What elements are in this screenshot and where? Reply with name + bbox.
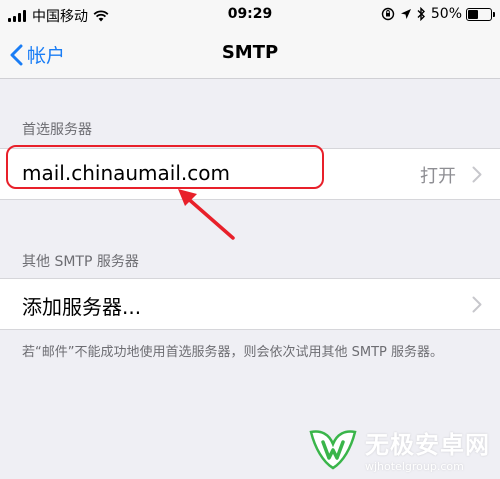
- footer-note: 若“邮件”不能成功地使用首选服务器，则会依次试用其他 SMTP 服务器。: [22, 345, 443, 360]
- chevron-right-icon: [472, 296, 482, 313]
- navigation-bar: 帐户 SMTP: [0, 30, 500, 79]
- add-server-row[interactable]: 添加服务器...: [0, 278, 500, 330]
- battery-percent: 50%: [430, 6, 462, 22]
- status-bar: 中国移动 09:29 50%: [0, 0, 500, 30]
- page-title: SMTP: [221, 42, 279, 63]
- watermark-logo-icon: [309, 430, 357, 470]
- add-server-label: 添加服务器...: [22, 295, 142, 319]
- battery-fill: [468, 9, 478, 19]
- watermark-text: 无极安卓网 wjhotelgroup.com: [365, 425, 490, 473]
- battery-icon: [466, 7, 495, 21]
- watermark-name: 无极安卓网: [365, 431, 490, 459]
- primary-server-name: mail.chinaumail.com: [22, 161, 230, 185]
- primary-server-status: 打开: [420, 166, 456, 187]
- other-servers-header: 其他 SMTP 服务器: [22, 254, 139, 270]
- bluetooth-icon: [417, 7, 425, 21]
- chevron-right-icon: [472, 166, 482, 183]
- watermark: 无极安卓网 wjhotelgroup.com: [307, 425, 490, 473]
- watermark-url: wjhotelgroup.com: [365, 460, 464, 473]
- red-arrow-icon: [178, 189, 235, 240]
- primary-server-header: 首选服务器: [22, 122, 92, 138]
- status-bar-right: 50%: [381, 6, 495, 22]
- orientation-lock-icon: [381, 7, 395, 21]
- primary-server-row[interactable]: mail.chinaumail.com 打开: [0, 148, 500, 200]
- location-icon: [400, 8, 411, 19]
